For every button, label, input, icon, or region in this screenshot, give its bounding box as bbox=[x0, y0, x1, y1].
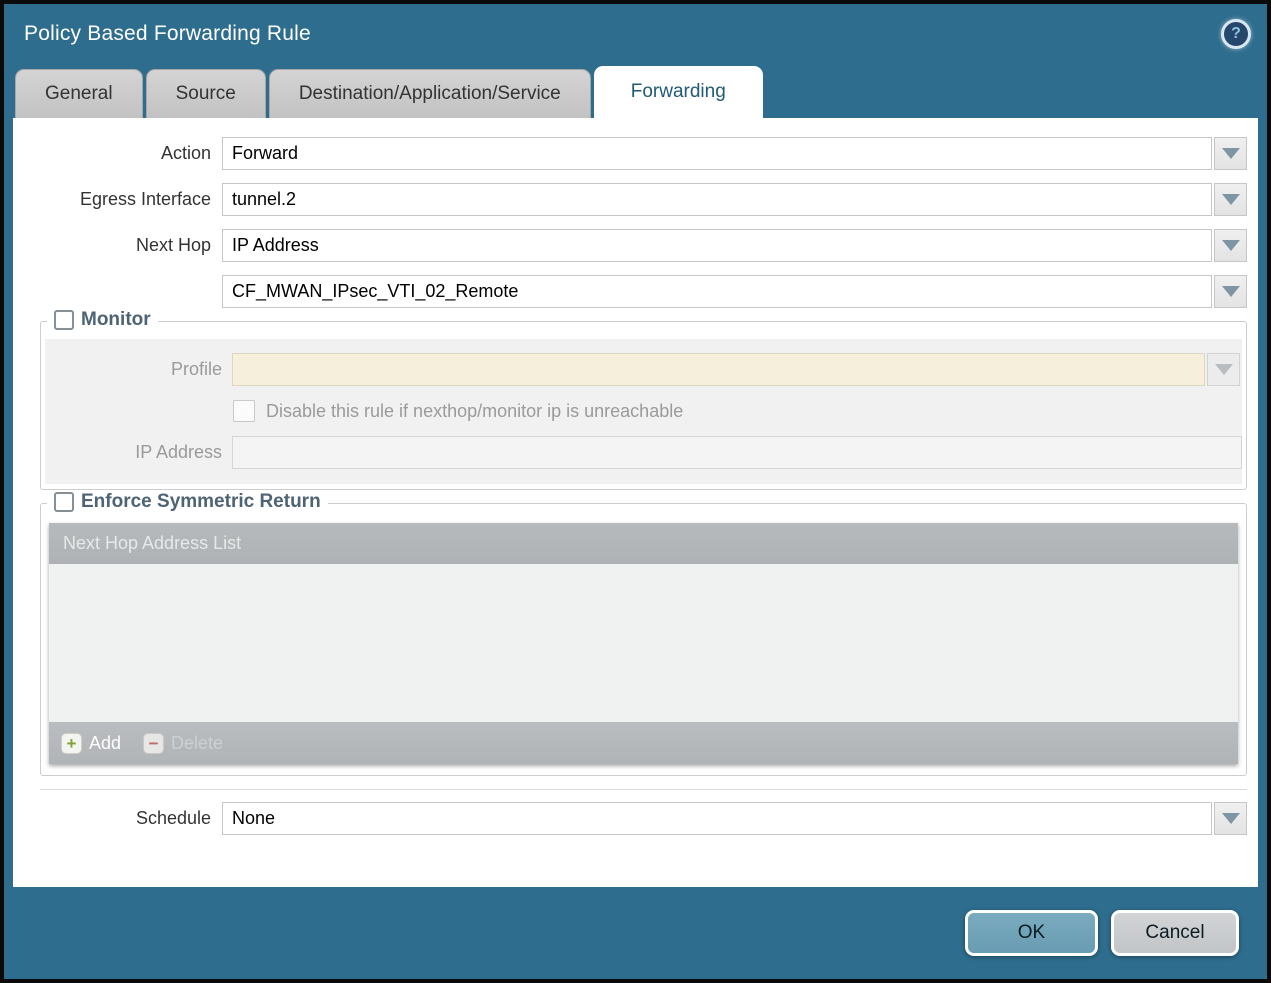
schedule-row: Schedule None bbox=[13, 802, 1247, 835]
plus-icon: + bbox=[61, 733, 82, 754]
next-hop-address-select[interactable]: CF_MWAN_IPsec_VTI_02_Remote bbox=[222, 275, 1212, 308]
tab-forwarding[interactable]: Forwarding bbox=[594, 66, 763, 118]
action-row: Action Forward bbox=[13, 137, 1247, 170]
title-bar: Policy Based Forwarding Rule ? bbox=[4, 4, 1267, 66]
monitor-legend: Monitor bbox=[47, 309, 158, 331]
disable-rule-label: Disable this rule if nexthop/monitor ip … bbox=[266, 401, 683, 422]
chevron-down-icon bbox=[1215, 364, 1233, 375]
chevron-down-icon bbox=[1222, 240, 1240, 251]
schedule-select[interactable]: None bbox=[222, 802, 1212, 835]
action-dropdown-button[interactable] bbox=[1214, 137, 1247, 170]
next-hop-address-list-table: Next Hop Address List + Add − Delete bbox=[49, 523, 1238, 764]
next-hop-type-select[interactable]: IP Address bbox=[222, 229, 1212, 262]
next-hop-label: Next Hop bbox=[13, 235, 222, 256]
schedule-label: Schedule bbox=[13, 808, 222, 829]
cancel-button[interactable]: Cancel bbox=[1111, 910, 1239, 956]
profile-select bbox=[232, 353, 1205, 386]
enforce-symmetric-return-legend-label: Enforce Symmetric Return bbox=[81, 491, 321, 513]
enforce-symmetric-return-fieldset: Enforce Symmetric Return Next Hop Addres… bbox=[40, 503, 1247, 776]
schedule-dropdown-button[interactable] bbox=[1214, 802, 1247, 835]
tab-general[interactable]: General bbox=[15, 69, 143, 118]
chevron-down-icon bbox=[1222, 286, 1240, 297]
next-hop-address-list-toolbar: + Add − Delete bbox=[49, 722, 1238, 764]
add-button-label: Add bbox=[89, 733, 121, 754]
minus-icon: − bbox=[143, 733, 164, 754]
chevron-down-icon bbox=[1222, 813, 1240, 824]
monitor-fieldset: Monitor Profile Disable this rule if nex… bbox=[40, 321, 1247, 490]
egress-interface-row: Egress Interface tunnel.2 bbox=[13, 183, 1247, 216]
next-hop-row: Next Hop IP Address bbox=[13, 229, 1247, 262]
add-button[interactable]: + Add bbox=[61, 733, 121, 754]
tab-destination-application-service[interactable]: Destination/Application/Service bbox=[269, 69, 591, 118]
disable-rule-checkbox bbox=[233, 400, 255, 422]
page-title: Policy Based Forwarding Rule bbox=[24, 22, 311, 46]
help-icon[interactable]: ? bbox=[1221, 19, 1251, 49]
next-hop-address-list-header: Next Hop Address List bbox=[49, 523, 1238, 564]
enforce-symmetric-return-checkbox[interactable] bbox=[54, 492, 74, 512]
monitor-checkbox[interactable] bbox=[54, 310, 74, 330]
next-hop-address-list-body bbox=[49, 564, 1238, 722]
action-select[interactable]: Forward bbox=[222, 137, 1212, 170]
action-label: Action bbox=[13, 143, 222, 164]
monitor-ip-address-input bbox=[232, 436, 1242, 469]
profile-row: Profile bbox=[45, 353, 1242, 386]
ok-button[interactable]: OK bbox=[965, 910, 1098, 956]
egress-interface-select[interactable]: tunnel.2 bbox=[222, 183, 1212, 216]
monitor-disabled-area: Profile Disable this rule if nexthop/mon… bbox=[45, 339, 1242, 484]
next-hop-address-row: CF_MWAN_IPsec_VTI_02_Remote bbox=[13, 275, 1247, 308]
chevron-down-icon bbox=[1222, 148, 1240, 159]
tab-source[interactable]: Source bbox=[146, 69, 266, 118]
forwarding-tab-panel: Action Forward Egress Interface tunnel.2… bbox=[13, 118, 1258, 887]
enforce-symmetric-return-legend: Enforce Symmetric Return bbox=[47, 491, 328, 513]
delete-button-label: Delete bbox=[171, 733, 223, 754]
disable-rule-row: Disable this rule if nexthop/monitor ip … bbox=[45, 400, 1242, 422]
egress-interface-label: Egress Interface bbox=[13, 189, 222, 210]
profile-dropdown-button bbox=[1207, 353, 1240, 386]
delete-button: − Delete bbox=[143, 733, 223, 754]
next-hop-address-dropdown-button[interactable] bbox=[1214, 275, 1247, 308]
dialog-footer: OK Cancel bbox=[4, 887, 1267, 979]
monitor-ip-address-label: IP Address bbox=[45, 442, 232, 463]
egress-interface-dropdown-button[interactable] bbox=[1214, 183, 1247, 216]
monitor-ip-address-row: IP Address bbox=[45, 436, 1242, 469]
monitor-legend-label: Monitor bbox=[81, 309, 151, 331]
profile-label: Profile bbox=[45, 359, 232, 380]
chevron-down-icon bbox=[1222, 194, 1240, 205]
schedule-separator bbox=[40, 789, 1247, 790]
next-hop-type-dropdown-button[interactable] bbox=[1214, 229, 1247, 262]
policy-based-forwarding-rule-dialog: Policy Based Forwarding Rule ? General S… bbox=[0, 0, 1271, 983]
tab-bar: General Source Destination/Application/S… bbox=[4, 66, 1267, 118]
